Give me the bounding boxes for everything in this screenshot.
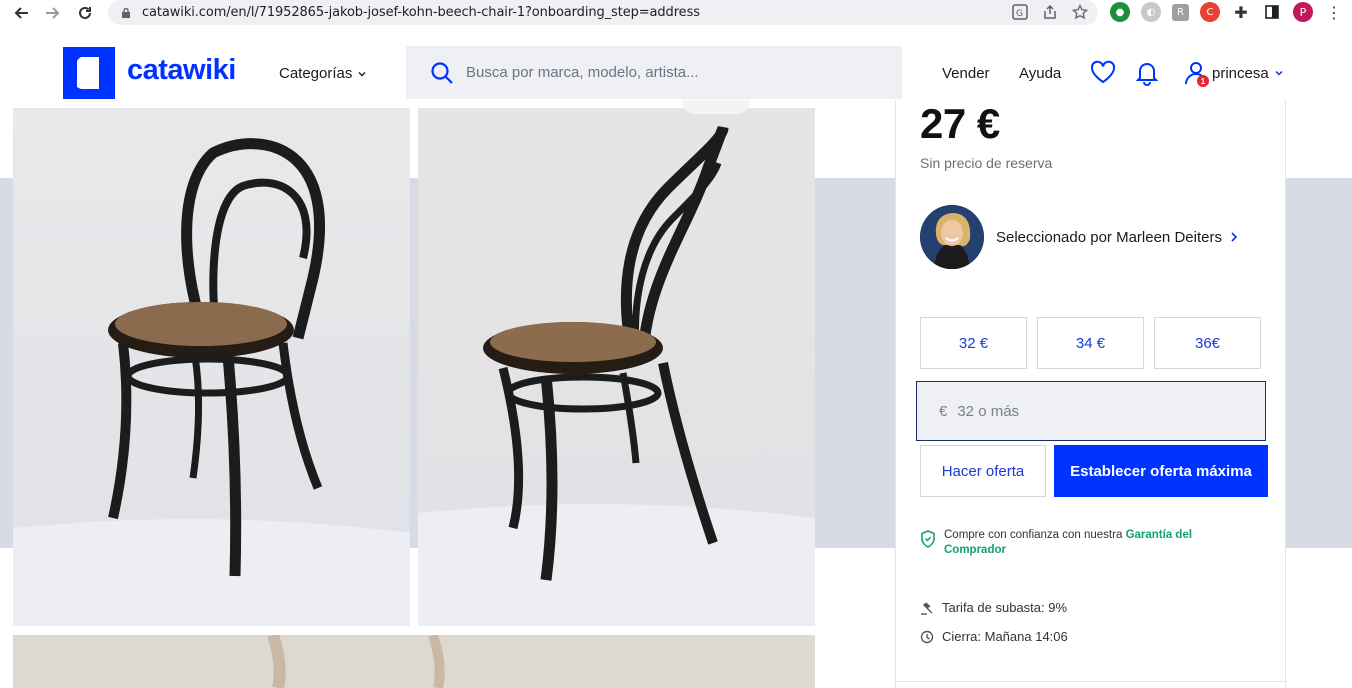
curator-avatar [920,205,984,269]
username: princesa [1212,64,1269,82]
closing-time-row: Cierra: Mañana 14:06 [920,629,1068,644]
url-text: catawiki.com/en/l/71952865-jakob-josef-k… [142,5,700,20]
lock-icon [122,7,130,18]
bid-amount-field[interactable]: € [916,381,1266,441]
gallery-indicator [683,100,749,114]
extension-red-icon[interactable]: C [1200,2,1220,22]
reserve-status: Sin precio de reserva [920,155,1053,171]
puzzle-icon[interactable]: ✚ [1231,2,1251,22]
svg-text:G: G [1016,9,1023,19]
reload-icon[interactable] [74,2,96,24]
set-max-bid-button[interactable]: Establecer oferta máxima [1054,445,1268,497]
forward-arrow-icon[interactable] [42,2,64,24]
browser-toolbar: catawiki.com/en/l/71952865-jakob-josef-k… [0,0,1352,26]
panel-divider [896,681,1287,682]
share-icon[interactable] [1042,4,1058,20]
chevron-down-icon [1275,70,1283,76]
guarantee-text: Compre con confianza con nuestra [944,529,1123,541]
bid-amount-input[interactable] [957,402,1238,420]
quick-bid-button-2[interactable]: 34 € [1037,317,1144,369]
curator-link[interactable]: Seleccionado por Marleen Deiters [920,205,1238,269]
current-price: 27 € [920,100,1000,147]
lot-photo-1[interactable] [13,108,410,626]
site-header: catawiki Categorías Vender Ayuda 1 princ… [0,30,1352,108]
extension-gray-icon[interactable]: ◐ [1141,2,1161,22]
logo-text[interactable]: catawiki [127,54,236,87]
heart-icon[interactable] [1090,60,1116,84]
extension-r-icon[interactable]: R [1172,3,1189,21]
bookmark-star-icon[interactable] [1072,4,1088,20]
clock-icon [920,630,934,643]
extension-green-icon[interactable]: ● [1110,2,1130,22]
quick-bid-button-1[interactable]: 32 € [920,317,1027,369]
lot-photo-2[interactable] [418,108,815,626]
make-offer-button[interactable]: Hacer oferta [920,445,1046,497]
curator-label: Seleccionado por Marleen Deiters [996,228,1222,246]
user-menu[interactable]: 1 princesa [1184,60,1285,87]
auction-fee-text: Tarifa de subasta: 9% [942,600,1068,615]
closing-time-text: Cierra: Mañana 14:06 [942,629,1068,644]
sidebar-icon[interactable] [1262,2,1282,22]
shield-icon [921,530,935,548]
categories-menu[interactable]: Categorías [279,65,367,82]
bid-panel: 27 € Sin precio de reserva Seleccionado … [895,100,1287,688]
lot-photo-3[interactable] [13,635,815,688]
catawiki-logo-icon[interactable] [63,47,115,99]
user-icon: 1 [1184,60,1209,87]
chevron-down-icon [358,71,366,76]
currency-symbol: € [939,402,948,420]
buyer-protection-note: Compre con confianza con nuestra Garantí… [920,528,1220,558]
chevron-right-icon [1231,232,1238,242]
back-arrow-icon[interactable] [10,2,32,24]
search-icon[interactable] [430,61,454,85]
bell-icon[interactable] [1136,60,1158,86]
profile-avatar[interactable]: P [1293,2,1313,22]
help-link[interactable]: Ayuda [1019,65,1061,82]
categories-label: Categorías [279,65,353,82]
auction-fee-row: Tarifa de subasta: 9% [920,600,1067,615]
sell-link[interactable]: Vender [942,65,990,82]
translate-icon[interactable]: G [1012,4,1028,20]
search-input[interactable] [466,64,886,81]
search-bar[interactable] [406,46,902,99]
gavel-icon [921,602,933,615]
address-bar[interactable]: catawiki.com/en/l/71952865-jakob-josef-k… [108,0,1098,25]
notification-badge: 1 [1197,75,1209,87]
quick-bid-button-3[interactable]: 36€ [1154,317,1261,369]
menu-dots-icon[interactable]: ⋮ [1324,2,1344,22]
